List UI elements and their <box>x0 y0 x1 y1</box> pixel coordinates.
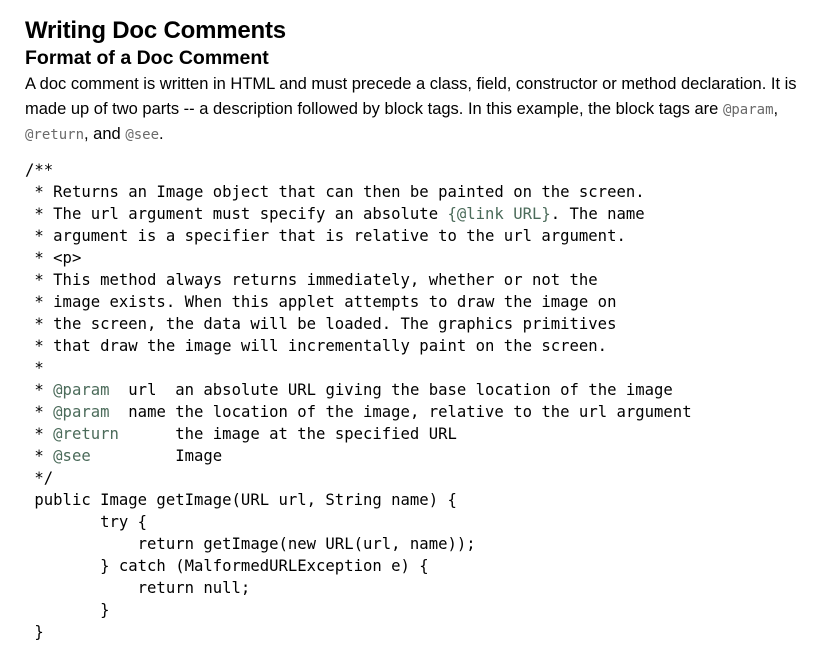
intro-period: . <box>159 125 164 143</box>
code-line: * argument is a specifier that is relati… <box>25 227 626 245</box>
code-line-prefix: * <box>25 403 54 421</box>
code-return-tag: @return <box>53 425 119 443</box>
code-param-tag: @param <box>53 403 110 421</box>
code-line: url an absolute URL giving the base loca… <box>109 381 673 399</box>
code-line: the image at the specified URL <box>118 425 457 443</box>
code-line: . The name <box>550 205 645 223</box>
doc-page: Writing Doc Comments Format of a Doc Com… <box>25 16 815 641</box>
code-line: } catch (MalformedURLException e) { <box>25 557 429 575</box>
code-line: /** <box>25 161 54 179</box>
page-title: Writing Doc Comments <box>25 17 286 44</box>
intro-separator: , <box>773 99 779 118</box>
code-link-tag: {@link URL} <box>447 205 551 223</box>
code-line: try { <box>25 513 148 531</box>
code-line: * <p> <box>25 249 82 267</box>
code-line-prefix: * <box>25 381 54 399</box>
code-line: public Image getImage(URL url, String na… <box>25 491 457 509</box>
code-line: * the screen, the data will be loaded. T… <box>25 315 617 333</box>
intro-text: A doc comment is written in HTML and mus… <box>25 75 797 118</box>
code-line: * The url argument must specify an absol… <box>25 205 448 223</box>
code-line-prefix: * <box>25 425 54 443</box>
code-line: return null; <box>25 579 251 597</box>
intro-separator: , and <box>84 125 126 143</box>
code-param-tag: @param <box>53 381 110 399</box>
code-line: * image exists. When this applet attempt… <box>25 293 617 311</box>
code-line: name the location of the image, relative… <box>109 403 692 421</box>
code-line: Image <box>90 447 223 465</box>
code-line: } <box>25 623 44 641</box>
code-line: return getImage(new URL(url, name)); <box>25 535 476 553</box>
intro-paragraph: A doc comment is written in HTML and mus… <box>25 72 815 148</box>
code-line: */ <box>25 469 54 487</box>
code-example: /** * Returns an Image object that can t… <box>25 159 692 643</box>
inline-code-see: @see <box>125 127 160 143</box>
section-heading: Format of a Doc Comment <box>25 47 269 69</box>
code-line: * This method always returns immediately… <box>25 271 598 289</box>
code-line: } <box>25 601 110 619</box>
code-line-prefix: * <box>25 447 54 465</box>
code-line: * Returns an Image object that can then … <box>25 183 645 201</box>
inline-code-return: @return <box>25 127 85 143</box>
code-line: * that draw the image will incrementally… <box>25 337 608 355</box>
code-see-tag: @see <box>53 447 91 465</box>
code-line: * <box>25 359 44 377</box>
inline-code-param: @param <box>722 101 774 118</box>
